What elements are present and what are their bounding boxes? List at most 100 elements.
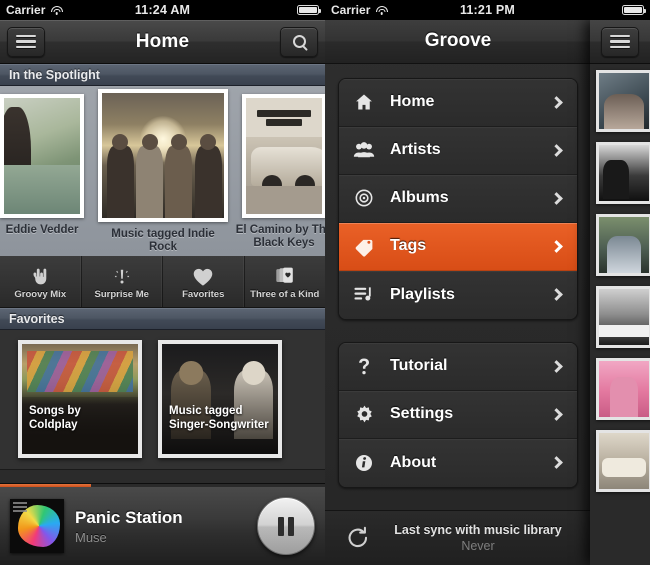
drawer-item-label: Tutorial <box>390 357 448 375</box>
album-thumbnail[interactable] <box>596 142 650 204</box>
drawer-item-artists[interactable]: Artists <box>339 126 577 175</box>
gear-icon <box>352 404 376 425</box>
chevron-right-icon <box>550 288 563 301</box>
chevron-right-icon <box>550 456 563 469</box>
drawer-item-label: Tags <box>390 237 427 255</box>
pane-navigation-bar <box>590 20 650 64</box>
quick-action-label: Favorites <box>182 289 225 300</box>
dual-phone-screenshot: Carrier 11:24 AM Home In the Spotlight E… <box>0 0 650 565</box>
album-thumbnail-list[interactable] <box>590 64 650 492</box>
quick-action-surprise-me[interactable]: Surprise Me <box>82 256 163 307</box>
drawer-item-about[interactable]: About <box>339 438 577 487</box>
now-playing-meta[interactable]: Panic Station Muse <box>75 508 246 545</box>
hamburger-icon[interactable] <box>7 26 45 57</box>
chevron-right-icon <box>550 239 563 253</box>
side-drawer-menu: Groove Home Artists Albums Tags Playlist… <box>325 20 591 565</box>
left-phone-home-screen: Carrier 11:24 AM Home In the Spotlight E… <box>0 0 325 565</box>
chevron-right-icon <box>550 95 563 109</box>
spotlight-card-label: Music tagged Indie Rock <box>111 228 215 253</box>
sync-value: Never <box>461 538 495 553</box>
hamburger-icon[interactable] <box>601 26 639 57</box>
favorite-artwork: Songs by Coldplay <box>22 344 138 454</box>
album-thumbnail[interactable] <box>596 358 650 420</box>
quick-action-label: Groovy Mix <box>14 289 67 300</box>
rock-hand-icon <box>30 263 51 287</box>
drawer-navigation-bar: Groove <box>325 20 591 64</box>
app-title: Groove <box>424 30 492 52</box>
indie-rock-album-art <box>102 93 224 218</box>
refresh-icon[interactable] <box>345 525 371 551</box>
spotlight-card-label: Eddie Vedder <box>5 224 79 236</box>
favorite-card[interactable]: Music tagged Singer-Songwriter <box>158 340 282 458</box>
spotlight-card[interactable]: El Camino by The Black Keys <box>236 94 325 250</box>
album-thumbnail[interactable] <box>596 286 650 348</box>
heart-icon <box>192 263 214 287</box>
drawer-item-tags[interactable]: Tags <box>339 222 577 271</box>
spotlight-card[interactable]: Music tagged Indie Rock <box>98 89 228 254</box>
playlist-icon <box>352 285 376 305</box>
search-icon[interactable] <box>280 26 318 57</box>
pause-icon[interactable] <box>257 497 315 555</box>
quick-action-groovy-mix[interactable]: Groovy Mix <box>0 256 82 307</box>
spotlight-card-label: El Camino by The Black Keys <box>235 224 325 249</box>
album-artwork <box>242 94 325 218</box>
pushed-content-pane[interactable] <box>590 20 650 565</box>
now-playing-title: Panic Station <box>75 507 183 527</box>
status-bar: Carrier 11:21 PM <box>325 0 650 20</box>
playing-cards-icon <box>274 263 296 287</box>
chevron-right-icon <box>550 143 563 157</box>
drawer-item-home[interactable]: Home <box>339 78 577 127</box>
favorites-section-header: Favorites <box>0 308 325 330</box>
drawer-item-playlists[interactable]: Playlists <box>339 270 577 319</box>
status-bar-time: 11:21 PM <box>459 3 516 17</box>
quick-action-three-of-a-kind[interactable]: Three of a Kind <box>245 256 326 307</box>
battery-full-icon <box>297 5 322 15</box>
el-camino-album-art <box>246 98 322 214</box>
chevron-right-icon <box>550 191 563 205</box>
spotlight-carousel[interactable]: Eddie Vedder Music tagged Indie Rock El … <box>0 86 325 256</box>
info-icon <box>352 453 376 473</box>
favorite-card[interactable]: Songs by Coldplay <box>18 340 142 458</box>
status-bar: Carrier 11:24 AM <box>0 0 325 20</box>
spotlight-card[interactable]: Eddie Vedder <box>0 94 84 237</box>
chevron-right-icon <box>550 407 563 421</box>
battery-full-icon <box>622 5 647 15</box>
page-title: Home <box>135 30 190 52</box>
sync-status-text: Last sync with music library Never <box>385 523 571 553</box>
sync-status-footer[interactable]: Last sync with music library Never <box>325 509 591 565</box>
now-playing-artist: Muse <box>75 529 107 545</box>
favorite-card-caption: Songs by Coldplay <box>29 405 81 431</box>
singer-songwriter-art <box>162 344 278 454</box>
navigation-bar: Home <box>0 20 325 64</box>
quick-action-label: Three of a Kind <box>250 289 320 300</box>
drawer-menu-group-library: Home Artists Albums Tags Playlists <box>338 77 578 320</box>
question-mark-icon <box>352 356 376 377</box>
album-thumbnail[interactable] <box>596 214 650 276</box>
home-icon <box>352 92 376 112</box>
drawer-item-label: Settings <box>390 405 454 423</box>
drawer-menu-list[interactable]: Home Artists Albums Tags Playlists Tutor… <box>325 64 591 510</box>
drawer-item-label: Artists <box>390 141 441 159</box>
muse-album-art[interactable] <box>10 499 64 553</box>
exclamation-icon <box>113 263 131 287</box>
drawer-item-tutorial[interactable]: Tutorial <box>339 342 577 391</box>
favorites-list[interactable]: Songs by Coldplay Music tagged Singer-So… <box>0 330 325 470</box>
drawer-item-label: Home <box>390 93 435 111</box>
album-artwork <box>98 89 228 222</box>
eddie-vedder-album-art <box>4 98 80 214</box>
right-phone-drawer-screen: Carrier 11:21 PM Groove Home Artists Alb… <box>325 0 650 565</box>
album-thumbnail[interactable] <box>596 70 650 132</box>
drawer-item-settings[interactable]: Settings <box>339 390 577 439</box>
quick-actions-bar: Groovy Mix Surprise Me Favorites Three o… <box>0 256 325 308</box>
people-icon <box>352 140 376 160</box>
status-bar-right <box>297 5 322 15</box>
drawer-item-label: About <box>390 453 437 471</box>
spotlight-section-header: In the Spotlight <box>0 64 325 86</box>
quick-action-favorites[interactable]: Favorites <box>163 256 245 307</box>
drawer-item-albums[interactable]: Albums <box>339 174 577 223</box>
status-bar-time: 11:24 AM <box>134 3 191 17</box>
chevron-right-icon <box>550 359 563 373</box>
now-playing-bar: Panic Station Muse <box>0 483 325 565</box>
sync-label: Last sync with music library <box>394 522 562 537</box>
album-thumbnail[interactable] <box>596 430 650 492</box>
